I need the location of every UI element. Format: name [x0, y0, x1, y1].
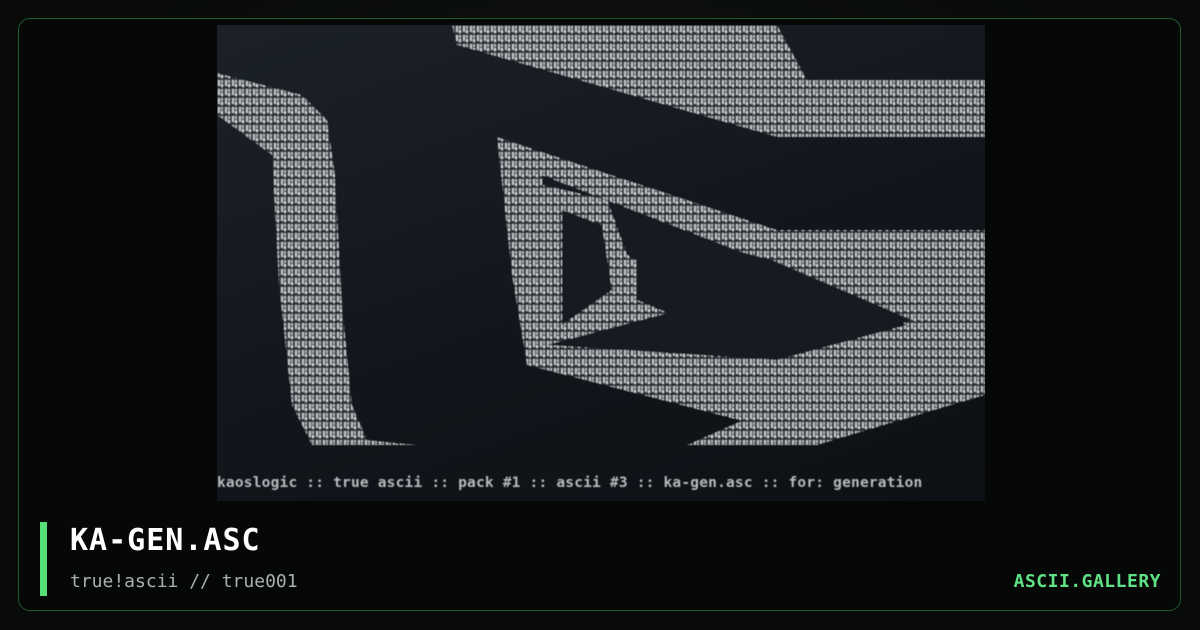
accent-bar [40, 522, 47, 596]
artwork-subtitle: true!ascii // true001 [70, 571, 298, 592]
ascii-artwork: kaoslogic :: true ascii :: pack #1 :: as… [217, 25, 985, 501]
ascii-credit-line: kaoslogic :: true ascii :: pack #1 :: as… [217, 475, 923, 491]
artwork-title: KA-GEN.ASC [70, 523, 261, 558]
site-brand-link[interactable]: ASCII.GALLERY [1014, 571, 1161, 592]
card-frame: kaoslogic :: true ascii :: pack #1 :: as… [18, 18, 1181, 611]
og-card: kaoslogic :: true ascii :: pack #1 :: as… [0, 0, 1200, 630]
caption-bar: KA-GEN.ASC true!ascii // true001 ASCII.G… [19, 501, 1180, 610]
ascii-art-graphic [217, 25, 985, 445]
